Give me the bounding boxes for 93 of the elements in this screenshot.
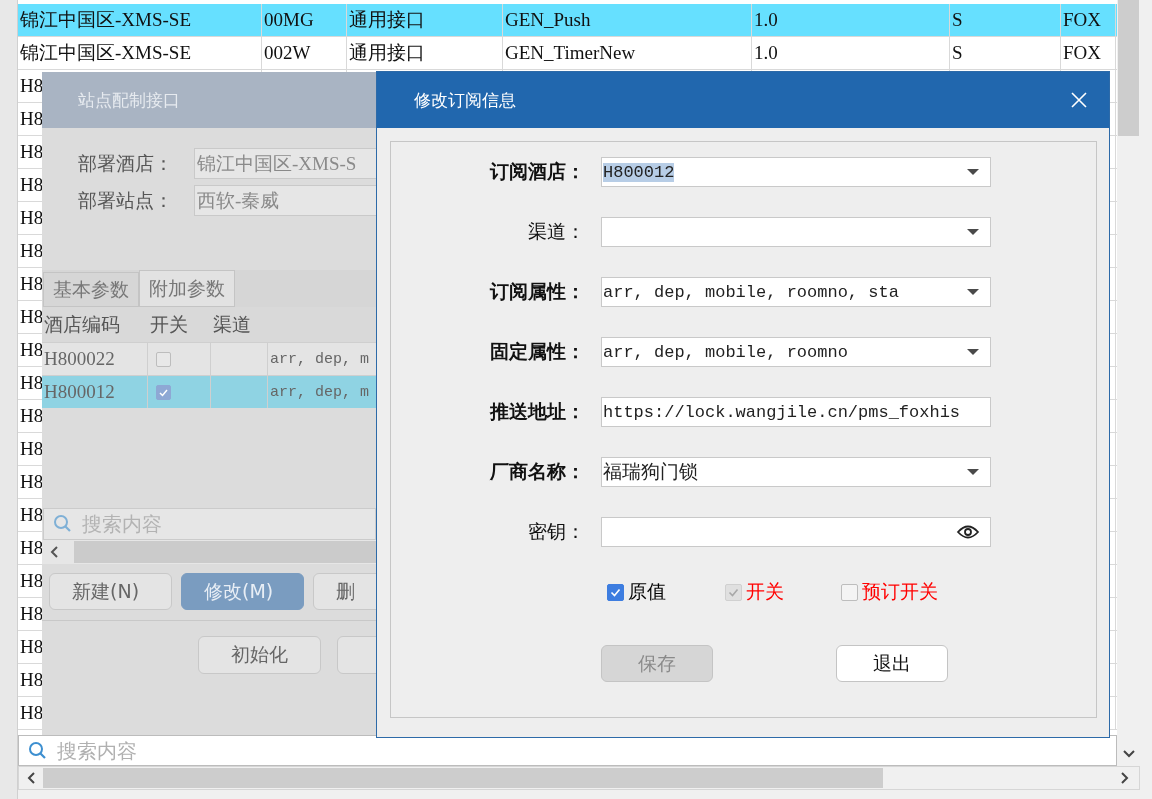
dropdown-field[interactable]: H800012 bbox=[601, 157, 991, 187]
table-cell-text: H8 bbox=[20, 536, 44, 560]
dialog-title: 修改订阅信息 bbox=[414, 88, 516, 112]
table-cell-text: 通用接口 bbox=[349, 41, 425, 65]
table-cell-text: H8 bbox=[20, 74, 44, 98]
table-cell: arr, dep, m bbox=[270, 383, 370, 401]
save-button: 保存 bbox=[601, 645, 713, 682]
exit-button[interactable]: 退出 bbox=[836, 645, 948, 682]
close-icon[interactable] bbox=[1071, 92, 1087, 108]
checkbox[interactable] bbox=[156, 351, 171, 367]
dropdown-field[interactable]: 福瑞狗门锁 bbox=[601, 457, 991, 487]
table-cell-text: H8 bbox=[20, 107, 44, 131]
dialog-title: 站点配制接口 bbox=[78, 88, 180, 112]
table-cell-text: S bbox=[952, 8, 963, 32]
field-label: 固定属性： bbox=[489, 339, 585, 364]
table-cell-text: 锦江中国区-XMS-SE bbox=[20, 41, 191, 65]
field-label: 部署酒店： bbox=[78, 150, 174, 176]
table-cell-text: H8 bbox=[20, 470, 44, 494]
table-cell-text: 002W bbox=[264, 41, 311, 65]
checkbox-label: 开关 bbox=[746, 579, 784, 604]
eye-icon[interactable] bbox=[956, 524, 980, 540]
tab[interactable]: 附加参数 bbox=[139, 270, 235, 307]
scrollbar-thumb[interactable] bbox=[74, 540, 376, 563]
table-cell-text: H8 bbox=[20, 437, 44, 461]
table-cell-text: 1.0 bbox=[754, 8, 778, 32]
dropdown-field[interactable]: arr, dep, mobile, roomno, sta bbox=[601, 277, 991, 307]
search-field[interactable]: 搜索内容 bbox=[18, 735, 1117, 766]
dialog-button[interactable]: 删 bbox=[313, 573, 376, 610]
search-icon bbox=[28, 740, 47, 760]
tab[interactable]: 基本参数 bbox=[43, 272, 139, 307]
table-cell-text: H8 bbox=[20, 140, 44, 164]
table-cell-text: H8 bbox=[20, 668, 44, 692]
caret-down-icon[interactable] bbox=[966, 348, 980, 356]
table-cell-text: H8 bbox=[20, 305, 44, 329]
scrollbar-thumb[interactable] bbox=[1118, 0, 1139, 136]
field-label: 推送地址： bbox=[488, 399, 585, 424]
chevron-down-icon[interactable] bbox=[1122, 750, 1135, 758]
table-cell-text: 00MG bbox=[264, 8, 314, 32]
table-cell-text: H8 bbox=[20, 701, 44, 725]
table-cell-text: GEN_Push bbox=[505, 8, 591, 32]
checkbox-label: 原值 bbox=[628, 579, 666, 604]
table-cell-text: FOX bbox=[1063, 8, 1101, 32]
table-row[interactable]: 锦江中国区-XMS-SE 00MG 通用接口 GEN_Push 1.0 S FOX bbox=[18, 4, 1117, 37]
table-row[interactable]: 锦江中国区-XMS-SE 002W 通用接口 GEN_TimerNew 1.0 S FOX bbox=[18, 37, 1117, 70]
field-label: 订阅属性： bbox=[488, 279, 585, 304]
table-cell-text: H8 bbox=[20, 338, 44, 362]
table-row[interactable]: H800022 arr, dep, m bbox=[42, 342, 376, 375]
table-cell-text: 锦江中国区-XMS-SE bbox=[20, 8, 191, 32]
field-label: 密钥： bbox=[527, 519, 585, 544]
table-cell-text: H8 bbox=[20, 602, 44, 626]
table-cell-text: S bbox=[952, 41, 963, 65]
checkbox-label: 预订开关 bbox=[862, 579, 938, 604]
caret-down-icon[interactable] bbox=[966, 468, 980, 476]
table-cell: H800012 bbox=[44, 381, 115, 403]
table-cell-text: 1.0 bbox=[754, 41, 778, 65]
column-header: 酒店编码 bbox=[43, 311, 121, 337]
dialog-button[interactable]: 新建(N) bbox=[49, 573, 172, 610]
field-label: 厂商名称： bbox=[489, 459, 585, 484]
scrollbar-thumb[interactable] bbox=[43, 768, 883, 788]
table-cell-text: H8 bbox=[20, 569, 44, 593]
chevron-right-icon[interactable] bbox=[1121, 772, 1129, 784]
dialog-button[interactable]: 修改(M) bbox=[181, 573, 304, 610]
table-cell-text: H8 bbox=[20, 173, 44, 197]
dropdown-field[interactable] bbox=[601, 217, 991, 247]
table-cell: H800022 bbox=[44, 348, 115, 370]
column-header: 开关 bbox=[149, 311, 189, 337]
table-cell-text: H8 bbox=[20, 503, 44, 527]
caret-down-icon[interactable] bbox=[966, 288, 980, 296]
table-cell-text: 通用接口 bbox=[349, 8, 425, 32]
table-row[interactable]: H800012 arr, dep, m bbox=[42, 375, 376, 408]
table-cell-text: H8 bbox=[20, 206, 44, 230]
table-cell: arr, dep, m bbox=[270, 350, 370, 368]
table-cell-text: H8 bbox=[20, 239, 44, 263]
table-cell-text: H8 bbox=[20, 272, 44, 296]
table-cell-text: H8 bbox=[20, 635, 44, 659]
dialog-button[interactable]: 初始化 bbox=[198, 635, 321, 674]
table-cell-text: H8 bbox=[20, 371, 44, 395]
field-label: 部署站点： bbox=[78, 187, 174, 213]
chevron-left-icon[interactable] bbox=[50, 545, 58, 558]
dropdown-field[interactable]: arr, dep, mobile, roomno bbox=[601, 337, 991, 367]
column-header: 渠道 bbox=[212, 311, 252, 337]
table-cell-text: FOX bbox=[1063, 41, 1101, 65]
password-field[interactable] bbox=[601, 517, 991, 547]
checkbox[interactable] bbox=[156, 384, 171, 400]
field-label: 订阅酒店： bbox=[488, 159, 585, 184]
search-icon bbox=[53, 513, 72, 533]
checkbox[interactable] bbox=[841, 583, 858, 601]
table-cell-text: H8 bbox=[20, 404, 44, 428]
chevron-left-icon[interactable] bbox=[27, 772, 35, 784]
field-label: 渠道： bbox=[527, 219, 585, 244]
checkbox[interactable] bbox=[607, 583, 624, 601]
table-cell-text: GEN_TimerNew bbox=[505, 41, 636, 65]
text-field[interactable]: https://lock.wangjile.cn/pms_foxhis bbox=[601, 397, 991, 427]
